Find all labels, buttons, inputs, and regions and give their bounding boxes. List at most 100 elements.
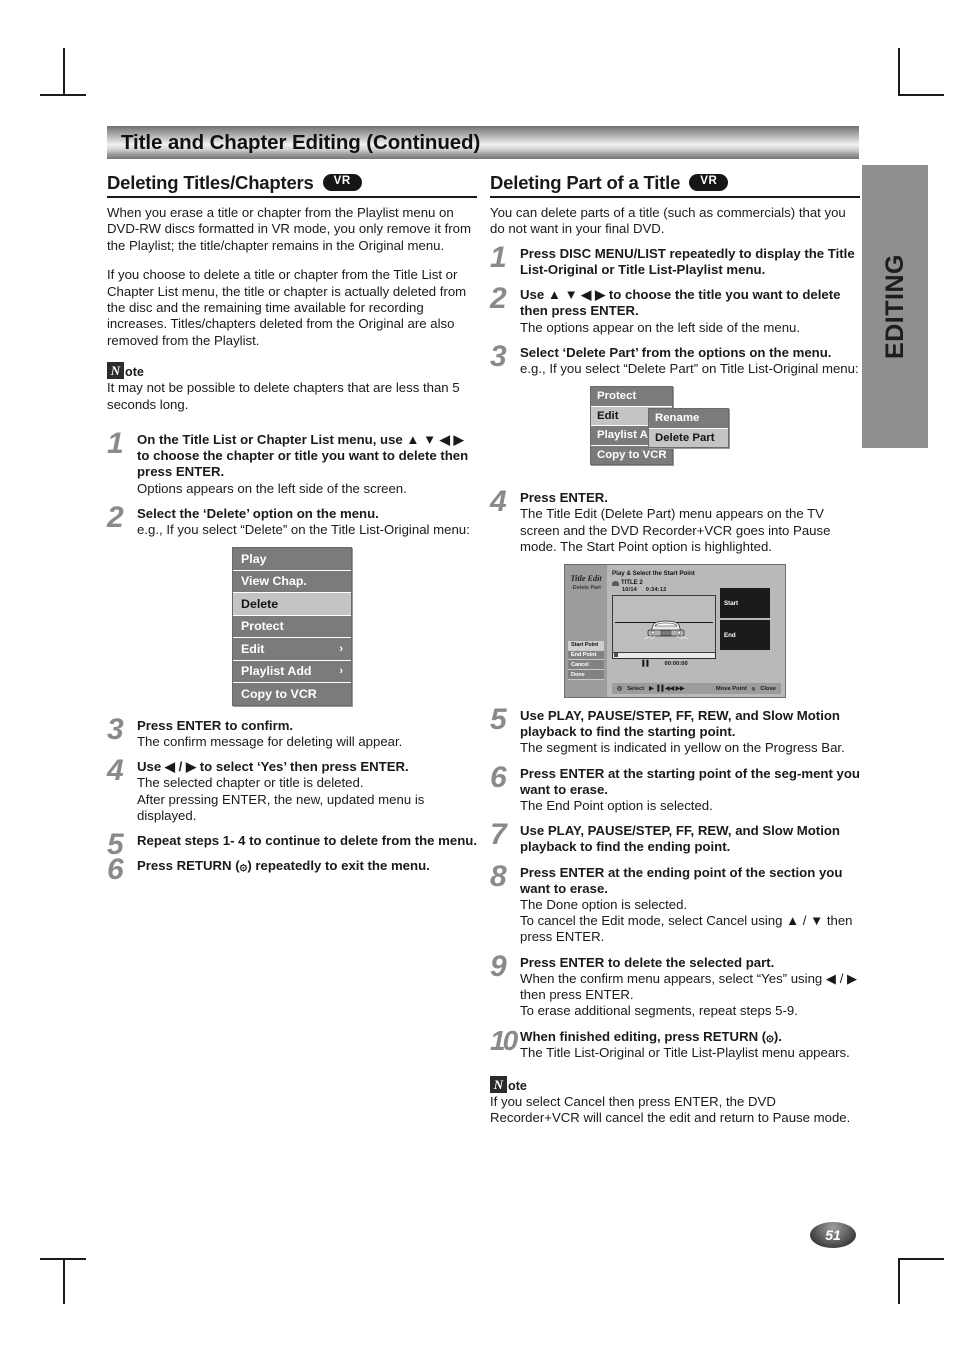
step-4: 4 Press ENTER. The Title Edit (Delete Pa… (490, 485, 860, 555)
osd-menu-mockup-wrapper: Play View Chap. Delete Protect Edit › Pl… (107, 547, 477, 706)
step-number: 2 (107, 500, 124, 534)
step-number: 8 (490, 859, 507, 893)
step-sub: The confirm message for deleting will ap… (137, 733, 403, 749)
osd-submenu-item-rename[interactable]: Rename (649, 409, 728, 429)
osd-submenu-edit: Rename Delete Part (648, 408, 729, 449)
note-text: It may not be possible to delete chapter… (107, 380, 460, 412)
tv-screen-mockup-wrapper: Title Edit -Delete Part Start Point End … (490, 564, 860, 699)
step-number: 2 (490, 282, 507, 316)
step-lead: Press DISC MENU/LIST repeatedly to displ… (520, 245, 855, 278)
vr-badge: VR (689, 173, 729, 191)
step-sub: e.g., If you select “Delete” on the Titl… (137, 522, 470, 538)
osd-menu-item-copy-to-vcr[interactable]: Copy to VCR (591, 445, 672, 465)
osd-menu-item-play[interactable]: Play (233, 548, 351, 571)
step-lead: Select ‘Delete Part’ from the options on… (520, 344, 832, 360)
step-number: 3 (490, 339, 507, 373)
osd-menu-item-copy-to-vcr[interactable]: Copy to VCR (233, 683, 351, 705)
section-heading-text: Deleting Titles/Chapters (107, 172, 314, 193)
step-number: 6 (107, 853, 124, 887)
section-heading-text: Deleting Part of a Title (490, 172, 681, 193)
crop-mark-top-right-horizontal (898, 94, 944, 96)
osd-menu-item-protect[interactable]: Protect (591, 387, 672, 407)
page-banner: Title and Chapter Editing (Continued) (107, 126, 859, 159)
tv-content-panel: Play & Select the Start Point TITLE 2 10… (607, 565, 785, 697)
step-1: 1 Press DISC MENU/LIST repeatedly to dis… (490, 242, 860, 278)
note-heading: N ote (490, 1075, 860, 1093)
step-lead: Use PLAY, PAUSE/STEP, FF, REW, and Slow … (520, 708, 840, 740)
section-side-tab: EDITING (862, 165, 928, 448)
osd-menu-item-view-chap[interactable]: View Chap. (233, 570, 351, 594)
tv-thumb-end: End (720, 620, 770, 651)
tv-option-cancel[interactable]: Cancel (568, 660, 604, 671)
tv-footer-bar: ◎ Select ▶ ▐▐ ◀◀ ▶▶ Move Point ۞ Close (612, 683, 781, 695)
progress-marker (614, 653, 618, 658)
chevron-right-icon: › (339, 642, 343, 655)
step-number: 4 (107, 754, 124, 788)
step-sub: The Done option is selected. (520, 897, 688, 913)
footbar-move-label: Move Point (715, 685, 747, 692)
tv-option-end-point[interactable]: End Point (568, 650, 604, 661)
page-number-badge: 51 (810, 1222, 856, 1248)
osd-menu-item-delete[interactable]: Delete (233, 593, 351, 616)
osd-menu-title-list-original: Play View Chap. Delete Protect Edit › Pl… (232, 547, 352, 706)
step-sub: The selected chapter or title is deleted… (137, 775, 364, 791)
step-8: 8 Press ENTER at the ending point of the… (490, 859, 860, 946)
step-lead: Select the ‘Delete’ option on the menu. (137, 505, 379, 521)
crop-mark-top-left-vertical (63, 48, 65, 94)
step-2: 2 Select the ‘Delete’ option on the menu… (107, 500, 477, 538)
tv-timecode: 00:00:00 (664, 661, 688, 668)
step-lead: Repeat steps 1- 4 to continue to delete … (137, 833, 477, 848)
tv-thumb-start: Start (720, 588, 770, 619)
page-title: Title and Chapter Editing (Continued) (121, 130, 481, 154)
step-lead: Use ◀ / ▶ to select ‘Yes’ then press ENT… (137, 759, 409, 775)
step-5: 5 Use PLAY, PAUSE/STEP, FF, REW, and Slo… (490, 703, 860, 757)
crop-mark-bottom-right-vertical (898, 1258, 900, 1304)
step-sub-2: To erase additional segments, repeat ste… (520, 1003, 798, 1019)
step-lead: Use PLAY, PAUSE/STEP, FF, REW, and Slow … (520, 823, 840, 855)
tv-body: TITLE 2 10/14 0:34:12 ▐▐ 00:00:00 Start … (612, 580, 781, 667)
step-sub: The Title List-Original or Title List-Pl… (520, 1044, 850, 1060)
osd-submenu-item-delete-part[interactable]: Delete Part (649, 428, 728, 448)
step-number: 6 (490, 760, 507, 794)
step-sub: e.g., If you select “Delete Part” on Tit… (520, 361, 859, 377)
step-4: 4 Use ◀ / ▶ to select ‘Yes’ then press E… (107, 754, 477, 824)
tv-timeline: ▐▐ 00:00:00 (612, 661, 716, 667)
crop-mark-top-left-horizontal (40, 94, 86, 96)
tv-menu-subtitle: -Delete Part (571, 585, 601, 592)
tv-option-start-point[interactable]: Start Point (568, 640, 604, 651)
step-6: 6 Press ENTER at the starting point of t… (490, 760, 860, 815)
step-sub: The Title Edit (Delete Part) menu appear… (520, 506, 831, 554)
osd-item-label: Delete (241, 596, 279, 611)
note-text: If you select Cancel then press ENTER, t… (490, 1093, 851, 1126)
step-number: 9 (490, 949, 507, 983)
step-sub-2: To cancel the Edit mode, select Cancel u… (520, 913, 853, 945)
tv-screen-mockup: Title Edit -Delete Part Start Point End … (564, 564, 786, 699)
intro-paragraph-1: When you erase a title or chapter from t… (107, 205, 471, 253)
chevron-right-icon: › (339, 665, 343, 678)
progress-bar[interactable] (612, 653, 716, 660)
crop-mark-bottom-right-horizontal (898, 1258, 944, 1260)
osd-menu-item-edit[interactable]: Edit › (233, 638, 351, 661)
step-10: 10 When finished editing, press RETURN (… (490, 1025, 860, 1061)
osd-menu-item-protect[interactable]: Protect (233, 615, 351, 639)
step-lead: Press ENTER at the ending point of the s… (520, 864, 843, 896)
note-n-icon: N (490, 1075, 507, 1093)
tv-video-area: TITLE 2 10/14 0:34:12 ▐▐ 00:00:00 (612, 580, 716, 667)
step-6: 6 Press RETURN (۞) repeatedly to exit th… (107, 855, 477, 885)
osd-item-label: Protect (241, 619, 284, 634)
step-number: 4 (490, 485, 507, 519)
step-sub: The End Point option is selected. (520, 798, 713, 814)
osd-item-label: Edit (241, 641, 265, 656)
tv-option-done[interactable]: Done (568, 670, 604, 681)
step-lead: Press ENTER to confirm. (137, 717, 294, 733)
osd-menu-item-playlist-add[interactable]: Playlist Add › (233, 660, 351, 684)
step-sub: When the confirm menu appears, select “Y… (520, 970, 858, 1003)
section-heading-deleting-titles-chapters: Deleting Titles/Chapters VR (107, 172, 477, 198)
tv-menu-panel: Title Edit -Delete Part Start Point End … (565, 565, 607, 698)
step-3: 3 Select ‘Delete Part’ from the options … (490, 339, 860, 377)
note-heading-text: ote (125, 365, 144, 380)
step-lead: Press ENTER at the starting point of the… (520, 765, 860, 797)
footbar-select-label: Select (627, 685, 645, 692)
step-number: 5 (490, 703, 507, 737)
step-sub: The options appear on the left side of t… (520, 319, 801, 335)
